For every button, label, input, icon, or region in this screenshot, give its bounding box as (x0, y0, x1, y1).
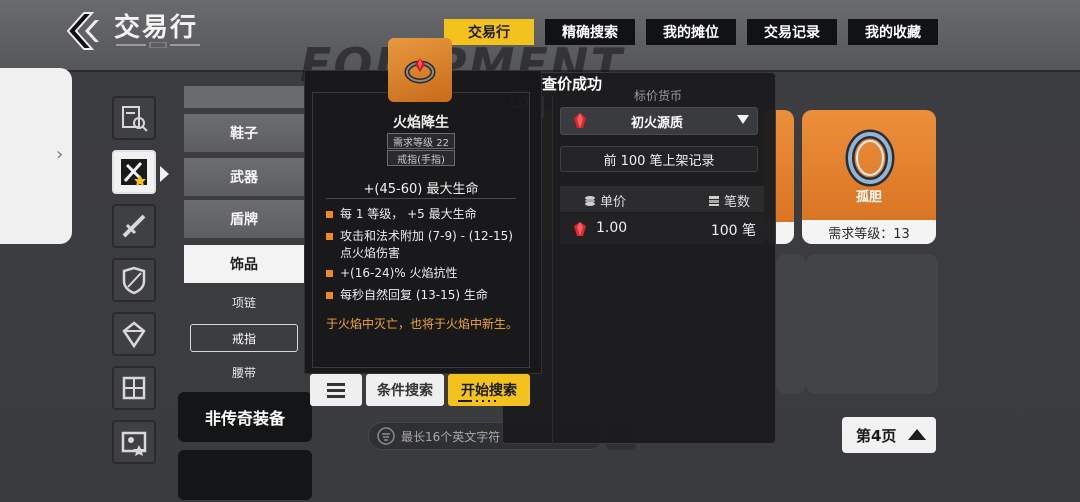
row-unit-price: 1.00 (596, 220, 628, 236)
search-placeholder: 最长16个英文字符 (401, 429, 501, 444)
price-table-row[interactable]: 1.00 100 笔 (560, 214, 764, 244)
chevron-right-icon[interactable]: › (56, 144, 63, 165)
price-table-header: 单价 笔数 (560, 186, 764, 212)
category-search-list[interactable] (112, 96, 156, 140)
item-type: 戒指(手指) (387, 150, 455, 166)
skill-icon (122, 376, 146, 400)
subitem-necklace[interactable]: 项链 (184, 294, 304, 311)
column-count-label: 笔数 (723, 195, 750, 210)
condition-search-button[interactable]: 条件搜索 (366, 374, 444, 406)
currency-value: 初火源质 (631, 115, 684, 131)
button-decoration (458, 400, 496, 402)
empty-slot-partial (776, 254, 806, 394)
category-armor[interactable] (112, 258, 156, 302)
subcategory-shield[interactable]: 盾牌 (184, 200, 304, 238)
item-flavor-text: 于火焰中灭亡，也将于火焰中新生。 (326, 317, 519, 331)
subcategory-accessory[interactable]: 饰品 (184, 245, 304, 283)
empty-slot (806, 254, 938, 394)
tab-my-stall[interactable]: 我的摊位 (646, 19, 736, 45)
menu-icon (327, 383, 345, 398)
item-mod: 每 1 等级， +5 最大生命 (326, 206, 526, 223)
next-category-button[interactable] (178, 450, 312, 500)
tab-trade-history[interactable]: 交易记录 (747, 19, 837, 45)
tab-favorites[interactable]: 我的收藏 (848, 19, 938, 45)
ember-currency-icon (574, 113, 586, 128)
page-label: 第4页 (856, 426, 897, 445)
triangle-up-icon (908, 429, 926, 440)
column-count: 笔数 (708, 191, 750, 210)
coin-stack-icon (585, 195, 595, 206)
subcategory-weapon[interactable]: 武器 (184, 158, 304, 196)
tab-precise-search[interactable]: 精确搜索 (545, 19, 635, 45)
fire-ring-icon (404, 58, 436, 84)
subitem-ring[interactable]: 戒指 (190, 324, 298, 352)
stack-icon (708, 195, 719, 206)
category-gem[interactable] (112, 312, 156, 356)
tooltip-divider (326, 198, 516, 199)
page-title: 交易行 (114, 13, 199, 43)
item-mod: 每秒自然回复 (13-15) 生命 (326, 287, 526, 304)
item-portrait (388, 38, 452, 102)
back-arrow-icon (66, 12, 99, 50)
item-level-requirement: 需求等级 22 (387, 133, 455, 149)
listing-records-button[interactable]: 前 100 笔上架记录 (560, 146, 758, 172)
page-indicator-button[interactable]: 第4页 (842, 417, 936, 453)
weapon-icon (122, 214, 146, 238)
item-main-stat: +(45-60) 最大生命 (363, 182, 479, 197)
back-button[interactable] (62, 10, 104, 52)
gem-icon (122, 321, 146, 349)
row-count: 100 笔 (710, 223, 756, 239)
item-name: 火焰降生 (393, 115, 449, 131)
accessory-icon (121, 159, 147, 186)
category-accessory[interactable] (112, 150, 156, 194)
menu-button[interactable] (310, 374, 362, 406)
non-legendary-button[interactable]: 非传奇装备 (178, 392, 312, 442)
title-decoration (116, 42, 200, 48)
filter-icon (377, 427, 395, 445)
ember-currency-icon (574, 222, 586, 236)
item-card-ring[interactable]: 孤胆 需求等级：13 (802, 110, 936, 244)
item-mod: +(16-24)% 火焰抗性 (326, 265, 526, 282)
category-weapon[interactable] (112, 204, 156, 248)
active-category-pointer (160, 166, 169, 182)
triangle-down-icon (737, 115, 749, 124)
category-skill[interactable] (112, 366, 156, 410)
item-mod: 攻击和法术附加 (7-9) - (12-15) 点火焰伤害 (326, 228, 526, 262)
subcategory-shoes[interactable]: 鞋子 (184, 114, 304, 152)
tab-auction-house[interactable]: 交易行 (444, 19, 534, 45)
ring-item-name: 孤胆 (855, 190, 882, 205)
currency-select[interactable]: 初火源质 (560, 107, 758, 135)
subitem-belt[interactable]: 腰带 (184, 364, 304, 381)
column-unit-price-label: 单价 (600, 195, 627, 210)
popup-title: 查价成功 (541, 75, 602, 93)
category-map[interactable] (112, 420, 156, 464)
map-icon (121, 431, 147, 456)
ring-item-level: 需求等级：13 (802, 220, 936, 244)
ring-icon (845, 129, 895, 187)
subcategory-scroll-top (184, 86, 304, 108)
column-unit-price: 单价 (584, 191, 626, 210)
armor-icon (122, 266, 146, 295)
search-list-icon (122, 106, 148, 132)
